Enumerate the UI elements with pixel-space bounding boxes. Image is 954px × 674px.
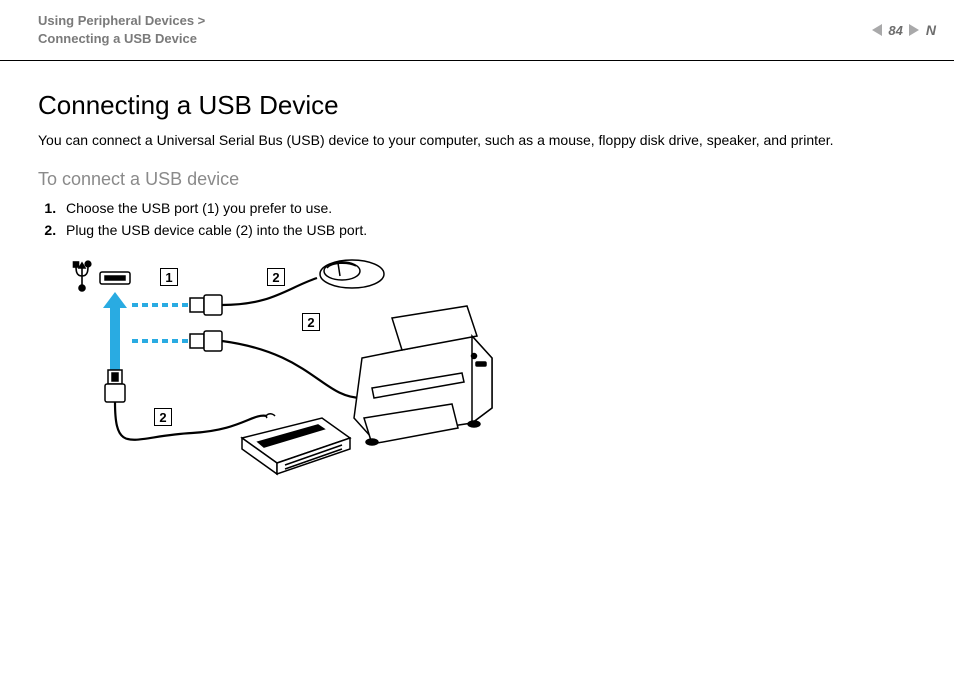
callout-cable-bottom: 2 (154, 408, 172, 426)
usb-diagram: 1 2 2 2 (72, 258, 502, 498)
breadcrumb-line-1: Using Peripheral Devices > (38, 12, 916, 30)
prev-page-icon[interactable] (872, 24, 882, 36)
callout-cable-top: 2 (267, 268, 285, 286)
diagram-svg (72, 258, 502, 498)
manual-page: Using Peripheral Devices > Connecting a … (0, 0, 954, 674)
section-subtitle: To connect a USB device (38, 169, 916, 190)
page-content: Connecting a USB Device You can connect … (0, 60, 954, 498)
callout-cable-mid: 2 (302, 313, 320, 331)
breadcrumb-line-2: Connecting a USB Device (38, 30, 916, 48)
page-title: Connecting a USB Device (38, 90, 916, 121)
intro-paragraph: You can connect a Universal Serial Bus (… (38, 131, 916, 151)
page-number: 84 (888, 23, 902, 38)
step-item: Plug the USB device cable (2) into the U… (60, 222, 916, 238)
step-item: Choose the USB port (1) you prefer to us… (60, 200, 916, 216)
n-mark: N (925, 22, 936, 38)
step-list: Choose the USB port (1) you prefer to us… (38, 200, 916, 238)
breadcrumb: Using Peripheral Devices > Connecting a … (38, 12, 916, 47)
page-header: Using Peripheral Devices > Connecting a … (0, 0, 954, 60)
header-divider (0, 60, 954, 61)
next-page-icon[interactable] (909, 24, 919, 36)
callout-port: 1 (160, 268, 178, 286)
page-navigation: 84 N (872, 22, 936, 38)
